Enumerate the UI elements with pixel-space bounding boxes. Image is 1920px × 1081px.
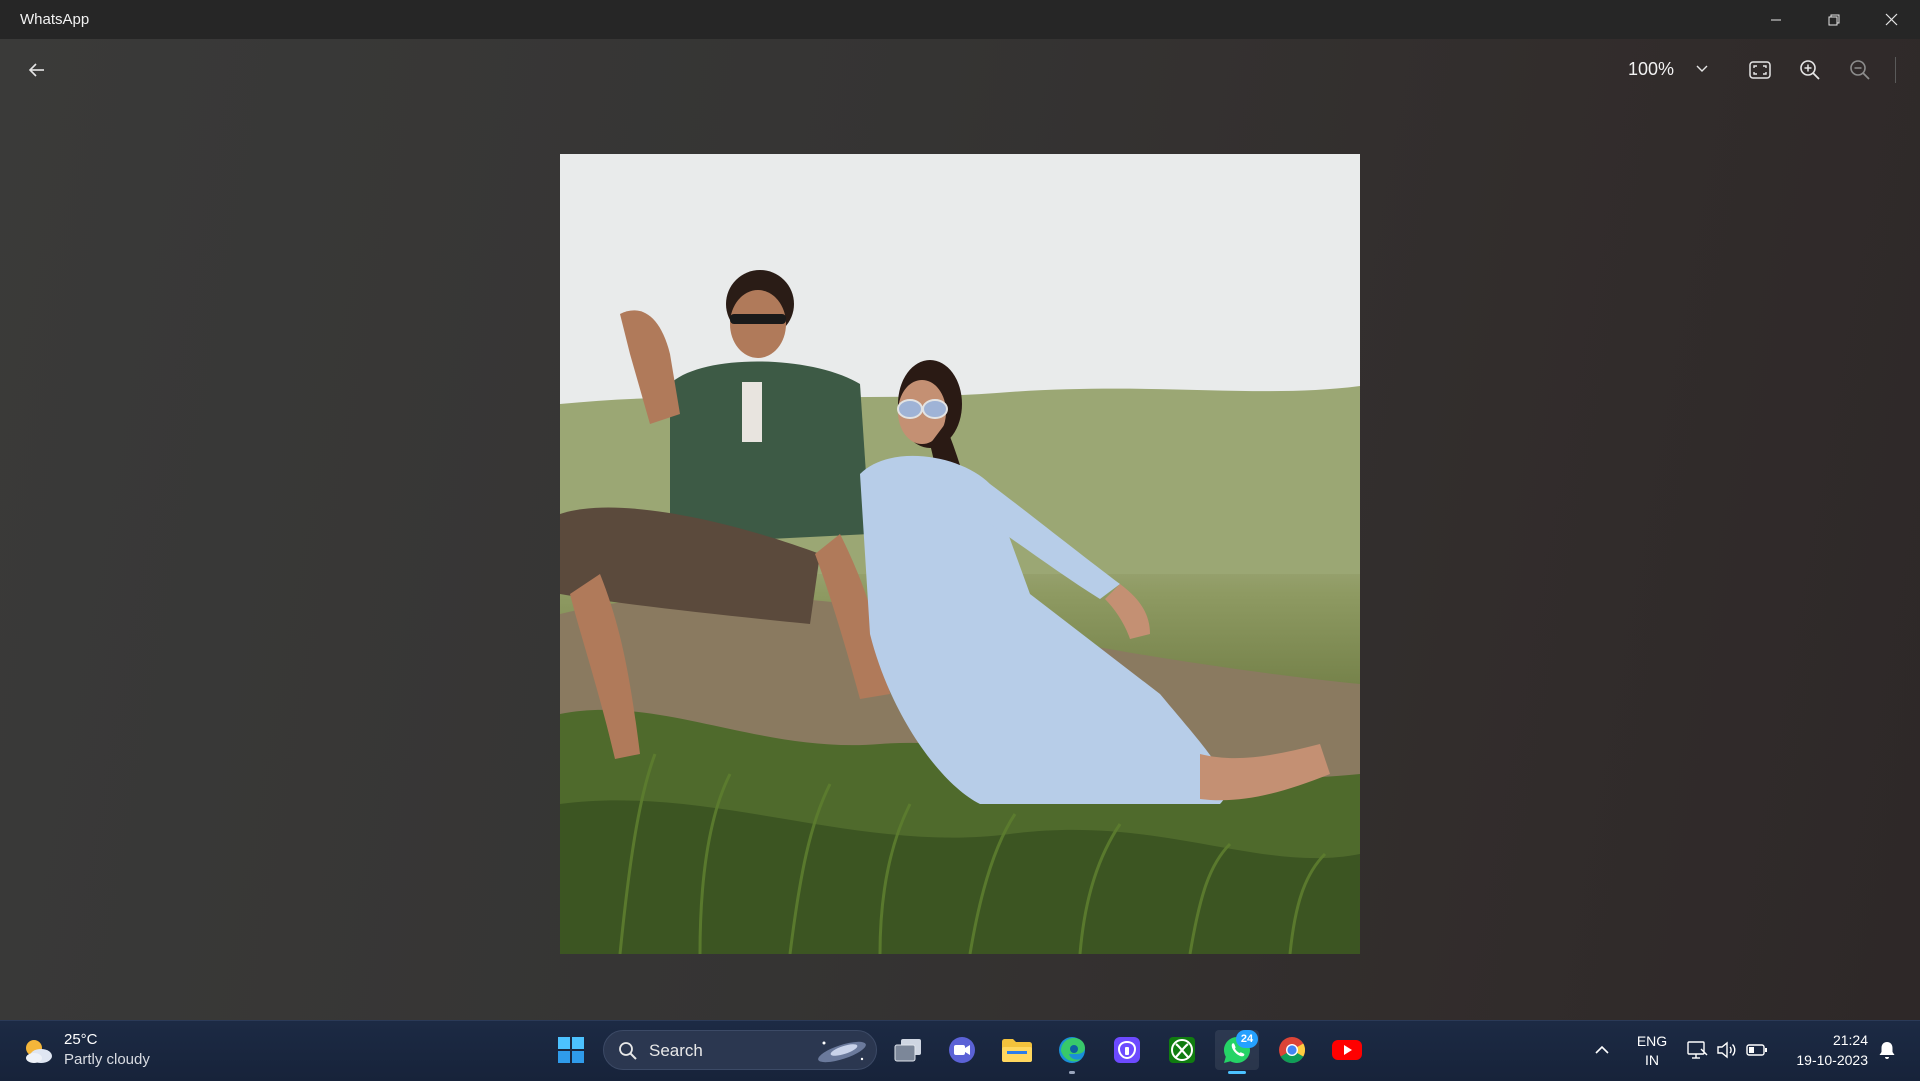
volume-icon	[1717, 1041, 1736, 1059]
toolbar-divider	[1895, 57, 1896, 83]
whatsapp-active-indicator	[1228, 1071, 1246, 1074]
fit-screen-icon	[1749, 61, 1771, 79]
proton-pass-icon	[1114, 1037, 1140, 1063]
taskbar-app-teams-meeting[interactable]	[940, 1030, 984, 1070]
input-language-indicator[interactable]: ENG IN	[1632, 1032, 1672, 1070]
whatsapp-window: WhatsApp 100%	[0, 0, 1920, 1020]
notifications-button[interactable]	[1872, 1030, 1902, 1070]
chevron-up-icon	[1595, 1045, 1609, 1054]
partly-cloudy-icon	[26, 1040, 52, 1063]
minimize-icon	[1771, 19, 1781, 20]
clock-time: 21:24	[1832, 1032, 1868, 1048]
bell-icon	[1879, 1042, 1895, 1059]
taskbar-search[interactable]: Search	[603, 1030, 877, 1070]
battery-button[interactable]	[1744, 1030, 1770, 1070]
taskbar-app-edge[interactable]	[1050, 1030, 1094, 1070]
taskbar-app-xbox[interactable]	[1160, 1030, 1204, 1070]
weather-widget[interactable]	[18, 1031, 58, 1071]
windows-logo-icon	[558, 1037, 584, 1063]
video-meeting-icon	[949, 1037, 975, 1063]
language-code: ENG	[1636, 1033, 1668, 1049]
start-button[interactable]	[549, 1030, 593, 1070]
fit-to-screen-button[interactable]	[1740, 50, 1780, 90]
app-title: WhatsApp	[20, 11, 90, 28]
taskbar-app-proton-pass[interactable]	[1105, 1030, 1149, 1070]
zoom-out-button[interactable]	[1840, 50, 1880, 90]
youtube-icon	[1332, 1040, 1362, 1060]
zoom-level-value: 100%	[1628, 58, 1675, 79]
zoom-level-dropdown[interactable]: 100%	[1628, 50, 1718, 88]
task-view-icon	[894, 1039, 921, 1062]
whatsapp-unread-badge: 24	[1236, 1030, 1258, 1048]
xbox-icon	[1169, 1037, 1195, 1063]
chevron-down-icon	[1696, 65, 1708, 72]
search-icon	[619, 1042, 637, 1060]
folder-icon	[1002, 1039, 1032, 1062]
chrome-icon	[1279, 1037, 1306, 1064]
volume-button[interactable]	[1714, 1030, 1740, 1070]
minimize-button[interactable]	[1748, 0, 1804, 39]
search-highlight-icon	[818, 1041, 866, 1063]
network-status-button[interactable]	[1684, 1030, 1710, 1070]
title-bar: WhatsApp	[0, 0, 1920, 39]
taskbar-app-file-explorer[interactable]	[995, 1030, 1039, 1070]
edge-browser-icon	[1059, 1037, 1085, 1063]
show-hidden-icons-button[interactable]	[1580, 1030, 1624, 1070]
back-arrow-icon	[28, 63, 44, 77]
close-icon	[1885, 13, 1897, 26]
battery-icon	[1746, 1044, 1767, 1056]
weather-condition[interactable]: Partly cloudy	[64, 1051, 150, 1068]
zoom-out-icon	[1850, 60, 1870, 80]
photo-viewer-image	[560, 154, 1360, 954]
zoom-in-icon	[1800, 60, 1820, 80]
search-placeholder: Search	[649, 1041, 703, 1060]
photo-illustration	[560, 154, 1360, 954]
restore-button[interactable]	[1806, 0, 1862, 39]
taskbar-clock[interactable]: 21:24 19-10-2023	[1778, 1030, 1868, 1070]
taskbar-app-task-view[interactable]	[886, 1030, 930, 1070]
language-region: IN	[1645, 1052, 1659, 1068]
zoom-in-button[interactable]	[1790, 50, 1830, 90]
clock-date: 19-10-2023	[1796, 1052, 1868, 1068]
weather-temperature[interactable]: 25°C	[64, 1031, 98, 1048]
edge-running-indicator	[1069, 1071, 1075, 1074]
taskbar-app-youtube[interactable]	[1325, 1030, 1369, 1070]
back-button[interactable]	[17, 50, 57, 90]
close-button[interactable]	[1863, 0, 1919, 39]
network-icon	[1687, 1041, 1708, 1059]
taskbar-app-chrome[interactable]	[1270, 1030, 1314, 1070]
restore-icon	[1828, 14, 1840, 25]
